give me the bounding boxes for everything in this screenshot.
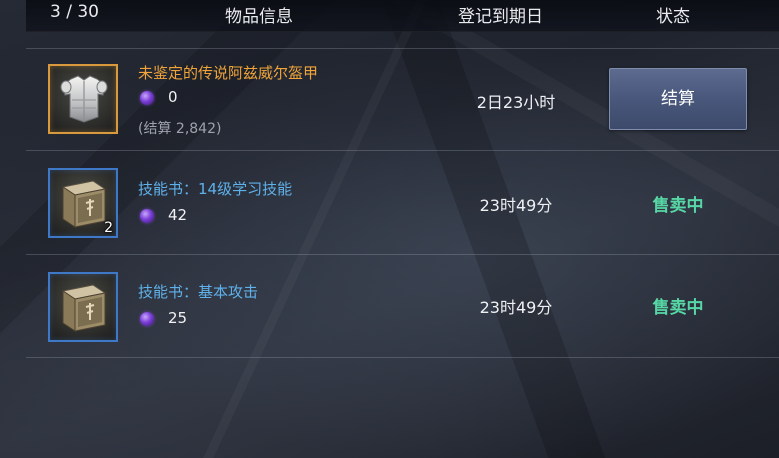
expiry-time: 23时49分: [479, 196, 553, 215]
item-price: 0: [168, 88, 178, 106]
item-name: 技能书：基本攻击: [138, 283, 259, 301]
item-price: 25: [168, 309, 188, 327]
list-item[interactable]: 技能书：基本攻击 25 23时49分 售卖中: [26, 255, 779, 358]
expiry-time: 23时49分: [479, 298, 553, 317]
item-quantity: 2: [104, 220, 113, 236]
item-slot[interactable]: [48, 64, 118, 134]
column-status: 状态: [656, 7, 690, 27]
item-name: 未鉴定的传说阿兹威尔盔甲: [138, 64, 319, 82]
item-name: 技能书：14级学习技能: [138, 180, 293, 198]
column-item-info: 物品信息: [225, 7, 293, 27]
settlement-amount: (结算 2,842): [138, 121, 222, 137]
status-badge: 售卖中: [652, 298, 704, 318]
list-header: 3 / 30 物品信息 登记到期日 状态: [26, 0, 779, 32]
skill-book-icon: [61, 284, 107, 332]
list-item[interactable]: 未鉴定的传说阿兹威尔盔甲 0 (结算 2,842) 2日23小时 结算: [26, 48, 779, 151]
currency-gem-icon: [140, 209, 154, 223]
item-slot[interactable]: 2: [48, 168, 118, 238]
settle-button[interactable]: 结算: [609, 68, 747, 130]
status-badge: 售卖中: [652, 196, 704, 216]
armor-chestplate-icon: [60, 75, 108, 123]
expiry-time: 2日23小时: [476, 93, 556, 112]
list-item[interactable]: 2 技能书：14级学习技能 42 23时49分 售卖中: [26, 152, 779, 255]
currency-gem-icon: [140, 312, 154, 326]
item-price: 42: [168, 206, 188, 224]
column-expiry: 登记到期日: [458, 7, 543, 27]
item-count: 3 / 30: [50, 2, 99, 22]
item-slot[interactable]: [48, 272, 118, 342]
currency-gem-icon: [140, 91, 154, 105]
